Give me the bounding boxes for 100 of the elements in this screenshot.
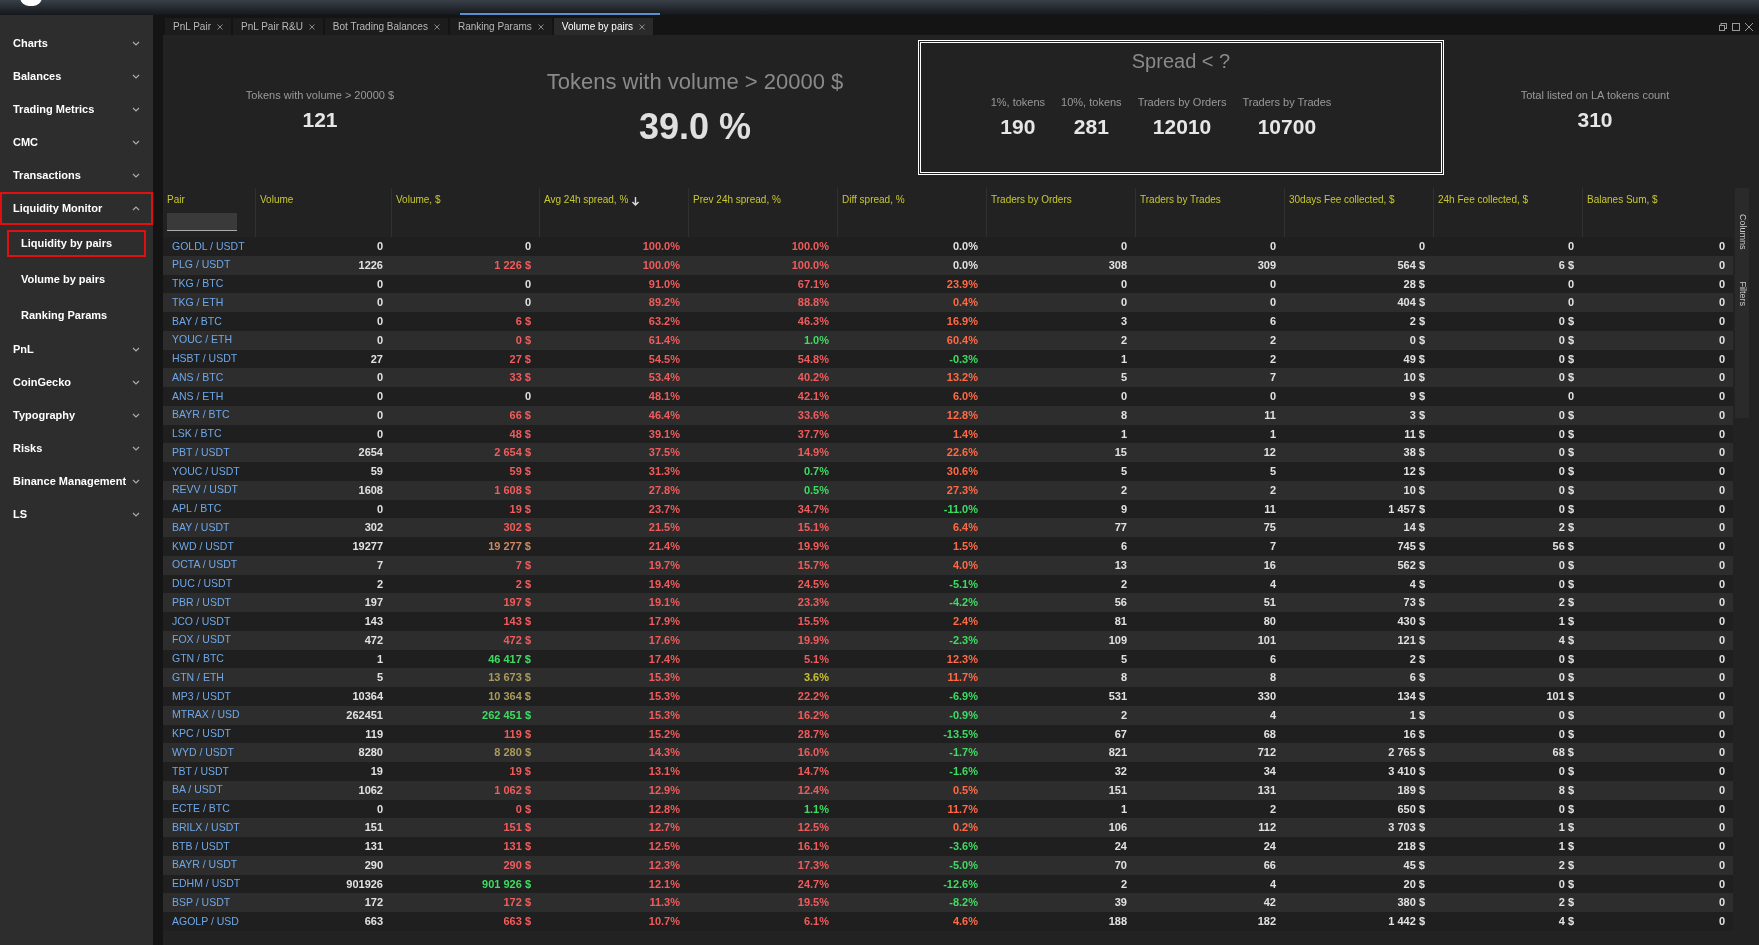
pair-link[interactable]: BTB / USDT xyxy=(172,839,230,852)
table-cell-text: 0 xyxy=(1718,482,1725,498)
pair-link[interactable]: GTN / ETH xyxy=(172,670,224,683)
stat-title: Tokens with volume > 20000 $ xyxy=(546,68,844,96)
pair-link[interactable]: BRILX / USDT xyxy=(172,820,240,833)
pair-link[interactable]: FOX / USDT xyxy=(172,633,231,646)
table-cell-text: 262 451 $ xyxy=(482,707,531,723)
sidebar-item[interactable]: Charts xyxy=(0,27,153,60)
pair-link[interactable]: BSP / USDT xyxy=(172,895,231,908)
sidebar-item[interactable]: LS xyxy=(0,498,153,531)
sidebar-subitem[interactable]: Ranking Params xyxy=(7,301,146,329)
close-icon[interactable] xyxy=(537,23,544,30)
sidebar-item[interactable]: CMC xyxy=(0,126,153,159)
table-cell-text: 48 $ xyxy=(509,426,531,442)
table-cell-text: 19 $ xyxy=(509,501,531,517)
pair-link[interactable]: TBT / USDT xyxy=(172,764,229,777)
pair-link[interactable]: MTRAX / USD xyxy=(172,708,240,721)
table-cell-text: -8.2% xyxy=(949,895,978,911)
side-panel-tab[interactable]: Columns xyxy=(1735,214,1749,250)
sidebar-item[interactable]: CoinGecko xyxy=(0,366,153,399)
tab[interactable]: PnL Pair R&U xyxy=(233,18,323,35)
table-cell-text: 21.5% xyxy=(648,520,680,536)
pair-link[interactable]: REVV / USDT xyxy=(172,483,238,496)
pair-link[interactable]: YOUC / USDT xyxy=(172,464,240,477)
table-cell-text: 10 $ xyxy=(1403,370,1425,386)
pair-link[interactable]: ANS / ETH xyxy=(172,389,224,402)
table-cell-text: 12.5% xyxy=(648,839,680,855)
pair-link[interactable]: KPC / USDT xyxy=(172,727,231,739)
pair-link[interactable]: TKG / ETH xyxy=(172,295,224,308)
column-header[interactable]: Pair xyxy=(163,188,255,237)
sidebar-item[interactable]: Liquidity Monitor xyxy=(0,192,153,225)
table-cell-text: 14.3% xyxy=(648,745,680,761)
restore-icon[interactable] xyxy=(1719,23,1727,31)
sidebar-item[interactable]: Balances xyxy=(0,60,153,93)
table-cell-text: 40.2% xyxy=(797,370,829,386)
table-cell-text: 6 $ xyxy=(1558,257,1574,273)
table-cell-text: -0.3% xyxy=(949,351,978,367)
pair-link[interactable]: EDHM / USDT xyxy=(172,877,241,889)
pair-link[interactable]: BAY / USDT xyxy=(172,520,230,533)
pair-link[interactable]: BAYR / BTC xyxy=(172,408,230,421)
table-cell-text: 143 xyxy=(364,614,383,630)
table-cell-text: -1.6% xyxy=(949,764,978,780)
table-cell-text: 19.7% xyxy=(648,557,680,573)
close-icon[interactable] xyxy=(433,23,440,30)
chevron-down-icon xyxy=(132,347,140,352)
maximize-icon[interactable] xyxy=(1732,23,1740,31)
pair-link[interactable]: YOUC / ETH xyxy=(172,333,233,346)
table-cell-text: 23.9% xyxy=(946,276,978,292)
tab-label: PnL Pair R&U xyxy=(241,20,303,34)
pair-link[interactable]: HSBT / USDT xyxy=(172,352,238,364)
sidebar-item[interactable]: Typography xyxy=(0,399,153,432)
column-header-label: Volume xyxy=(260,193,294,207)
table-cell-text: 5 xyxy=(1120,464,1127,480)
sidebar-item[interactable]: Binance Management xyxy=(0,465,153,498)
close-icon[interactable] xyxy=(308,23,315,30)
pair-link[interactable]: BAYR / USDT xyxy=(172,858,238,871)
tab-label: Ranking Params xyxy=(457,20,532,34)
pair-link[interactable]: GOLDL / USDT xyxy=(172,239,245,252)
sidebar-item[interactable]: Trading Metrics xyxy=(0,93,153,126)
pair-link[interactable]: KWD / USDT xyxy=(172,539,234,552)
pair-link[interactable]: APL / BTC xyxy=(172,502,222,514)
tab[interactable]: Bot Trading Balances xyxy=(324,18,448,35)
table-cell-text: 0 xyxy=(1120,295,1127,311)
pair-link[interactable]: JCO / USDT xyxy=(172,614,231,627)
close-icon[interactable] xyxy=(639,23,645,30)
tab[interactable]: PnL Pair xyxy=(165,18,231,35)
close-icon[interactable] xyxy=(1745,23,1753,31)
pair-link[interactable]: AGOLP / USD xyxy=(172,914,239,927)
pair-link[interactable]: PBT / USDT xyxy=(172,445,230,458)
side-panel-tab[interactable]: Filters xyxy=(1735,281,1749,307)
sidebar-subitem[interactable]: Volume by pairs xyxy=(7,265,146,293)
table-cell-text: 531 xyxy=(1108,689,1127,705)
pair-link[interactable]: TKG / BTC xyxy=(172,277,224,289)
tab[interactable]: Volume by pairs xyxy=(553,18,653,35)
tab[interactable]: Ranking Params xyxy=(449,18,552,35)
pair-link[interactable]: BAY / BTC xyxy=(172,314,222,327)
pair-link[interactable]: DUC / USDT xyxy=(172,577,233,589)
table-cell-text: 1 xyxy=(1269,426,1276,442)
chevron-down-icon xyxy=(132,74,140,79)
pair-link[interactable]: WYD / USDT xyxy=(172,745,234,758)
pair-link[interactable]: PLG / USDT xyxy=(172,258,231,271)
pair-link[interactable]: MP3 / USDT xyxy=(172,689,231,702)
pair-link[interactable]: PBR / USDT xyxy=(172,595,231,608)
chevron-down-icon xyxy=(132,512,140,517)
sidebar-subitem[interactable]: Liquidity by pairs xyxy=(7,229,146,257)
chevron-down-icon xyxy=(132,479,140,484)
pair-link[interactable]: GTN / BTC xyxy=(172,652,224,664)
pair-link[interactable]: BA / USDT xyxy=(172,783,223,796)
pair-link[interactable]: ANS / BTC xyxy=(172,370,224,383)
pair-link[interactable]: ECTE / BTC xyxy=(172,802,230,814)
sidebar-item[interactable]: Transactions xyxy=(0,159,153,192)
table-cell-text: -4.2% xyxy=(949,595,978,611)
sidebar-item[interactable]: PnL xyxy=(0,333,153,366)
close-icon[interactable] xyxy=(217,23,223,30)
pair-link[interactable]: OCTA / USDT xyxy=(172,558,238,571)
sidebar-item[interactable]: Risks xyxy=(0,432,153,465)
table-cell-text: 7 xyxy=(376,557,383,573)
filter-field[interactable] xyxy=(167,213,237,231)
pair-link[interactable]: LSK / BTC xyxy=(172,427,222,439)
table-cell-text: 6 $ xyxy=(515,314,531,330)
